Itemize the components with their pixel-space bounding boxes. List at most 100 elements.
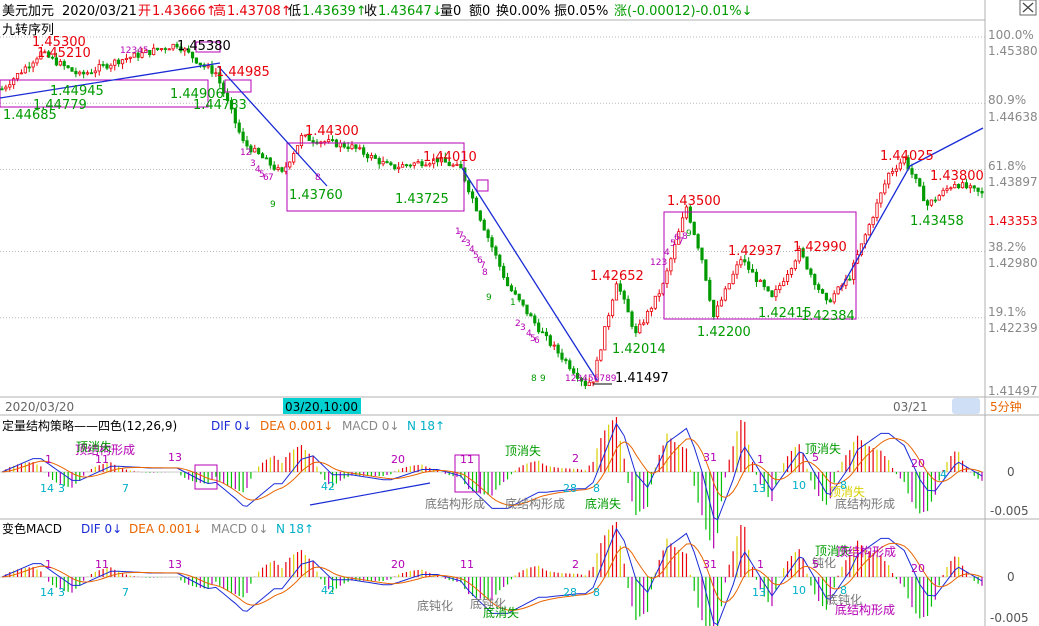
nine-turn-count: 123 bbox=[650, 258, 667, 268]
candle-body bbox=[171, 43, 175, 50]
candle-body bbox=[642, 322, 646, 325]
candle-body bbox=[194, 57, 199, 64]
nine-turn-count: 9 bbox=[270, 200, 276, 210]
fib-pct-label: 100.0% bbox=[988, 28, 1034, 42]
count-label: 8 bbox=[593, 482, 600, 495]
nine-turn-count: 3 bbox=[520, 323, 526, 333]
signal-label: 顶消失 bbox=[805, 441, 841, 456]
candle-body bbox=[669, 258, 673, 272]
panel1-axis-neg: -0.005 bbox=[990, 504, 1029, 518]
count-label: 11 bbox=[460, 558, 474, 571]
count-label: 28 bbox=[563, 586, 577, 599]
amount: 额0 bbox=[469, 4, 490, 19]
nine-turn-count: 12345 bbox=[120, 46, 149, 56]
candle-body bbox=[712, 299, 716, 318]
candle-body bbox=[968, 185, 972, 189]
candle-body bbox=[731, 273, 735, 285]
candle-body bbox=[715, 305, 720, 318]
candle-body bbox=[665, 270, 669, 284]
candle-body bbox=[4, 86, 8, 90]
candle-body bbox=[120, 59, 125, 65]
candle-body bbox=[925, 200, 930, 206]
candle-body bbox=[400, 164, 405, 168]
candle-body bbox=[241, 131, 245, 142]
right-date: 03/21 bbox=[893, 400, 928, 414]
candle-body bbox=[941, 189, 945, 196]
turnover: 换0.00% bbox=[496, 4, 550, 19]
low-value: 1.43639↑ bbox=[302, 4, 367, 19]
candle-body bbox=[929, 199, 934, 206]
candle-body bbox=[953, 184, 957, 189]
nine-turn-count: 1 bbox=[455, 227, 461, 237]
price-label: 1.43897 bbox=[988, 175, 1038, 189]
nine-turn-count: 12 bbox=[240, 148, 251, 158]
high-label: 高 bbox=[213, 3, 226, 19]
period-selector[interactable]: 5分钟 bbox=[990, 399, 1022, 414]
candle-body bbox=[210, 65, 214, 74]
panel1-n: N 18↑ bbox=[407, 419, 445, 433]
scroll-thumb[interactable] bbox=[952, 398, 980, 414]
count-label: 13 bbox=[168, 451, 182, 464]
fib-pct-label: 19.1% bbox=[988, 305, 1026, 319]
candle-body bbox=[397, 166, 401, 170]
candle-body bbox=[155, 47, 160, 50]
count-label: 10 bbox=[792, 584, 806, 597]
count-label: 1 bbox=[45, 558, 52, 571]
candle-body bbox=[280, 167, 284, 172]
candle-body bbox=[354, 144, 358, 149]
panel1-title: 定量结构策略——四色(12,26,9) bbox=[2, 418, 177, 433]
panel1-dea: DEA 0.001↓ bbox=[260, 419, 333, 433]
panel2-dea: DEA 0.001↓ bbox=[129, 522, 202, 536]
candle-body bbox=[626, 298, 630, 313]
candle-body bbox=[482, 219, 486, 231]
candle-body bbox=[163, 48, 167, 50]
candle-body bbox=[634, 326, 638, 334]
fib-pct-label: 38.2% bbox=[988, 240, 1026, 254]
candle-body bbox=[276, 167, 280, 170]
candle-body bbox=[117, 59, 121, 65]
candle-body bbox=[805, 256, 809, 270]
panel1-macd: MACD 0↓ bbox=[342, 419, 399, 433]
candle-body bbox=[680, 217, 685, 233]
candle-body bbox=[754, 271, 759, 283]
signal-label: 顶结构形成 bbox=[836, 544, 896, 559]
volume: 量0 bbox=[440, 4, 461, 19]
count-label: 8 bbox=[593, 586, 600, 599]
candle-body bbox=[8, 84, 12, 88]
candle-body bbox=[649, 307, 654, 312]
candle-body bbox=[253, 147, 257, 153]
candle-body bbox=[521, 299, 525, 306]
panel1-dif: DIF 0↓ bbox=[211, 419, 252, 433]
panel2-dif: DIF 0↓ bbox=[81, 522, 122, 536]
high-label: 1.44300 bbox=[305, 124, 359, 139]
candle-body bbox=[167, 48, 171, 51]
candle-body bbox=[498, 254, 502, 267]
signal-label: 底结构形成 bbox=[425, 496, 485, 511]
count-label: 1 bbox=[757, 453, 764, 466]
candle-body bbox=[412, 162, 416, 166]
nine-turn-count: 8 bbox=[531, 374, 537, 384]
candle-body bbox=[365, 153, 370, 159]
candle-body bbox=[245, 140, 249, 147]
count-label: 20 bbox=[911, 562, 925, 575]
candle-body bbox=[914, 173, 918, 180]
candle-body bbox=[533, 315, 537, 324]
candle-body bbox=[327, 139, 331, 143]
candle-body bbox=[743, 259, 747, 263]
candle-body bbox=[778, 285, 782, 291]
low-label: 1.41497 bbox=[615, 371, 669, 386]
candle-body bbox=[93, 70, 97, 74]
candle-body bbox=[408, 164, 412, 167]
candle-body bbox=[692, 221, 696, 235]
close-panel-button[interactable] bbox=[1019, 0, 1037, 16]
candle-body bbox=[793, 260, 797, 269]
candle-body bbox=[74, 70, 78, 75]
high-label: 1.44010 bbox=[423, 150, 477, 165]
candle-body bbox=[404, 164, 409, 167]
open-label: 开 bbox=[138, 4, 151, 19]
candle-body bbox=[101, 64, 105, 66]
count-label: 31 bbox=[703, 558, 717, 571]
candle-body bbox=[704, 259, 708, 281]
candle-body bbox=[696, 234, 700, 249]
nine-turn-count: 9 bbox=[540, 374, 546, 384]
